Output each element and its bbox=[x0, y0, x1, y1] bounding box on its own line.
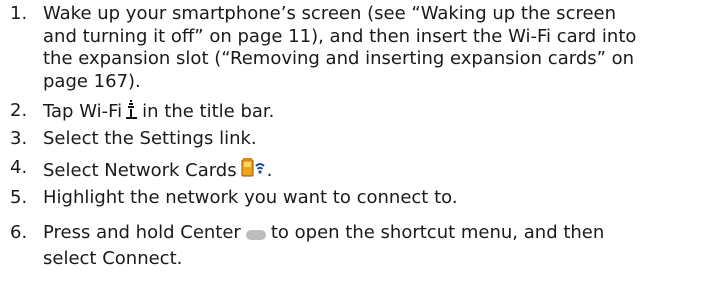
step-text: Wake up your smartphone’s screen (see “W… bbox=[43, 3, 698, 93]
wifi-signal-icon bbox=[126, 100, 138, 127]
network-cards-icon bbox=[241, 157, 267, 186]
step-text-before: Press and hold Center bbox=[43, 222, 241, 243]
step-text-line: and turning it off” on page 11), and the… bbox=[43, 25, 637, 47]
step-text: Highlight the network you want to connec… bbox=[43, 187, 458, 208]
step-text: Tap Wi-Fi in the title bar. bbox=[43, 100, 698, 127]
step-text: Select Network Cards . bbox=[43, 157, 698, 186]
step-number: 6. bbox=[10, 222, 28, 243]
step-number: 2. bbox=[10, 100, 28, 121]
step-text-line: the expansion slot (“Removing and insert… bbox=[43, 48, 635, 69]
step-text-after: to open the shortcut menu, and then bbox=[270, 222, 605, 243]
step-text-before: Select Network Cards bbox=[43, 160, 237, 181]
step-text-after: in the title bar. bbox=[142, 101, 275, 122]
step-text-line: Wake up your smartphone’s screen (see “W… bbox=[43, 3, 617, 24]
step-text: Select the Settings link. bbox=[43, 128, 257, 149]
step-text-after: . bbox=[266, 160, 273, 181]
instruction-list: 1. Wake up your smartphone’s screen (see… bbox=[0, 0, 702, 284]
step-text-line: select Connect. bbox=[43, 247, 183, 269]
step-number: 1. bbox=[10, 3, 28, 24]
center-button-icon bbox=[245, 225, 267, 248]
step-number: 4. bbox=[10, 157, 28, 178]
step-text-line: page 167). bbox=[43, 70, 141, 92]
step-number: 3. bbox=[10, 128, 28, 149]
step-text: Press and hold Center to open the shortc… bbox=[43, 222, 698, 270]
step-text-before: Tap Wi-Fi bbox=[43, 101, 123, 122]
step-number: 5. bbox=[10, 187, 28, 208]
